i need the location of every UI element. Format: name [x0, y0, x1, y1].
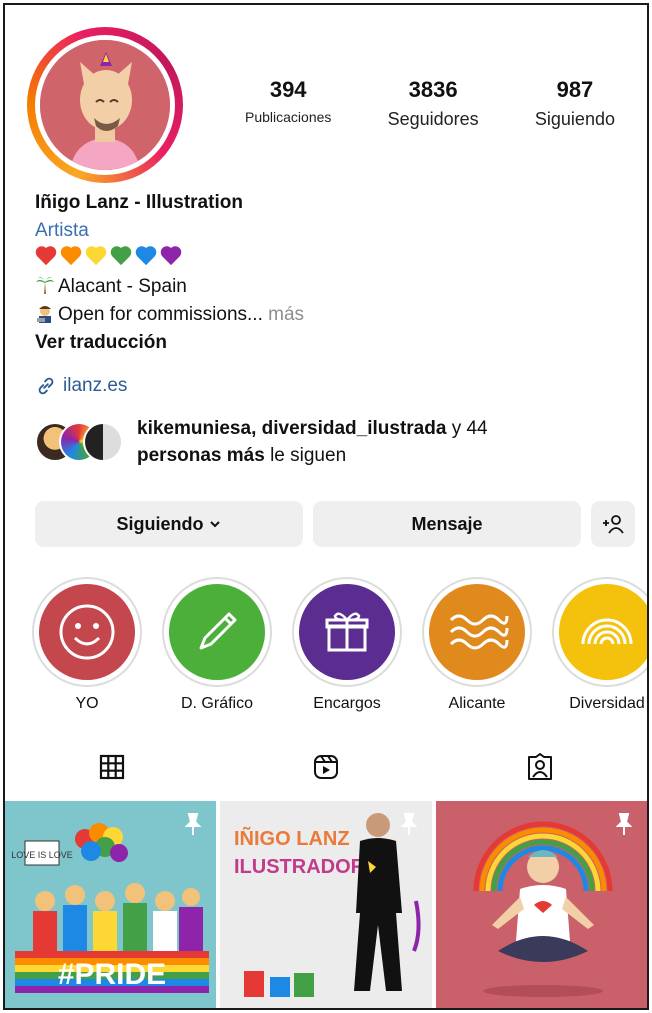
pencil-icon	[199, 612, 237, 650]
highlight-grafico[interactable]: D. Gráfico	[159, 577, 275, 713]
stat-posts[interactable]: 394 Publicaciones	[245, 77, 331, 130]
stat-followers[interactable]: 3836 Seguidores	[388, 77, 479, 130]
grid-icon	[99, 754, 125, 780]
highlight-cover	[169, 584, 265, 680]
profile-name: Iñigo Lanz - Illustration	[35, 192, 243, 213]
followers-count: 3836	[408, 77, 458, 102]
highlight-cover	[39, 584, 135, 680]
avatar[interactable]	[35, 35, 175, 175]
follower-avatar	[83, 422, 123, 462]
more-link[interactable]: más	[268, 304, 304, 325]
message-button[interactable]: Mensaje	[313, 501, 581, 547]
heart-icon	[135, 247, 157, 267]
location-line: Alacant - Spain	[35, 273, 635, 301]
hearts-row	[35, 245, 635, 273]
chevron-down-icon	[209, 521, 220, 528]
highlight-diversidad[interactable]: Diversidad	[549, 577, 647, 713]
pin-icon	[184, 813, 202, 835]
highlight-label: D. Gráfico	[180, 695, 253, 712]
heart-icon	[160, 247, 182, 267]
following-count: 987	[556, 77, 594, 102]
followed-by-names: kikemuniesa, diversidad_ilustrada	[137, 418, 447, 439]
highlight-yo[interactable]: YO	[29, 577, 145, 713]
profile-stats: 394 Publicaciones 3836 Seguidores 987 Si…	[245, 77, 615, 130]
heart-icon	[60, 247, 82, 267]
love-sign-text: LOVE IS LOVE	[11, 850, 73, 860]
followers-label: Seguidores	[387, 109, 479, 129]
website-link[interactable]: ilanz.es	[35, 375, 127, 397]
tab-posts[interactable]	[5, 737, 219, 797]
avatar-illustration	[40, 40, 170, 170]
highlight-label: Encargos	[313, 695, 381, 712]
profile-category: Artista	[35, 220, 89, 241]
link-icon	[38, 377, 54, 395]
followed-by-text: kikemuniesa, diversidad_ilustrada y 44 p…	[137, 415, 577, 469]
post-thumbnail[interactable]: LOVE IS LOVE #PRIDE	[5, 801, 217, 1008]
followed-by-suffix: le siguen	[264, 445, 347, 466]
post-thumbnail[interactable]	[435, 801, 647, 1008]
followed-by-conj: y 44	[446, 418, 488, 439]
posts-count: 394	[269, 77, 307, 102]
highlight-label: YO	[75, 695, 99, 712]
highlight-cover	[299, 584, 395, 680]
post-title-line-1: IÑIGO LANZ	[234, 827, 350, 850]
artist-emoji-icon	[37, 306, 51, 323]
translate-link[interactable]: Ver traducción	[35, 329, 635, 357]
gift-icon	[325, 612, 369, 652]
profile-screen: 394 Publicaciones 3836 Seguidores 987 Si…	[3, 3, 649, 1010]
profile-bio: Iñigo Lanz - Illustration Artista Alacan…	[35, 189, 635, 357]
bio-ellipsis: ...	[247, 304, 263, 325]
following-button[interactable]: Siguiendo	[35, 501, 303, 547]
highlight-label: Alicante	[448, 695, 506, 712]
highlight-cover	[559, 584, 647, 680]
rainbow-icon	[581, 618, 633, 645]
palm-tree-icon	[36, 276, 54, 294]
waves-icon	[449, 614, 509, 650]
highlight-encargos[interactable]: Encargos	[289, 577, 405, 713]
heart-icon	[85, 247, 107, 267]
followed-by-others: personas más	[137, 445, 265, 466]
smile-icon	[59, 604, 115, 660]
pin-icon	[400, 813, 418, 835]
posts-grid: LOVE IS LOVE #PRIDE IÑIGO LANZ ILUSTRADO…	[5, 801, 647, 1008]
post-thumbnail[interactable]: IÑIGO LANZ ILUSTRADOR	[220, 801, 432, 1008]
profile-tabs	[5, 737, 647, 797]
message-button-label: Mensaje	[411, 513, 483, 534]
action-buttons: Siguiendo Mensaje	[35, 501, 635, 547]
tab-reels[interactable]	[219, 737, 433, 797]
highlight-alicante[interactable]: Alicante	[419, 577, 535, 713]
reels-icon	[314, 755, 338, 779]
heart-icon	[35, 247, 57, 267]
add-person-icon	[603, 515, 624, 534]
highlight-label: Diversidad	[569, 695, 645, 712]
website-text: ilanz.es	[63, 375, 128, 396]
pin-icon	[615, 813, 633, 835]
story-highlights: YO D. Gráfico Encargos Alicante Diversid…	[29, 577, 647, 713]
heart-icon	[110, 247, 132, 267]
tab-tagged[interactable]	[433, 737, 647, 797]
following-label: Siguiendo	[534, 109, 615, 129]
story-ring[interactable]	[27, 27, 183, 183]
tagged-icon	[528, 753, 552, 780]
location-text: Alacant - Spain	[58, 276, 187, 297]
suggest-people-button[interactable]	[591, 501, 635, 547]
following-button-label: Siguiendo	[116, 513, 204, 534]
stat-following[interactable]: 987 Siguiendo	[535, 77, 615, 130]
highlight-cover	[429, 584, 525, 680]
post-title-line-2: ILUSTRADOR	[234, 856, 366, 878]
followed-by[interactable]: kikemuniesa, diversidad_ilustrada y 44 p…	[35, 415, 577, 469]
posts-label: Publicaciones	[245, 109, 332, 125]
bio-text: Open for commissions	[58, 304, 248, 325]
pride-text: #PRIDE	[58, 958, 166, 991]
bio-line: Open for commissions... más	[35, 301, 635, 329]
follower-avatars	[35, 422, 123, 462]
